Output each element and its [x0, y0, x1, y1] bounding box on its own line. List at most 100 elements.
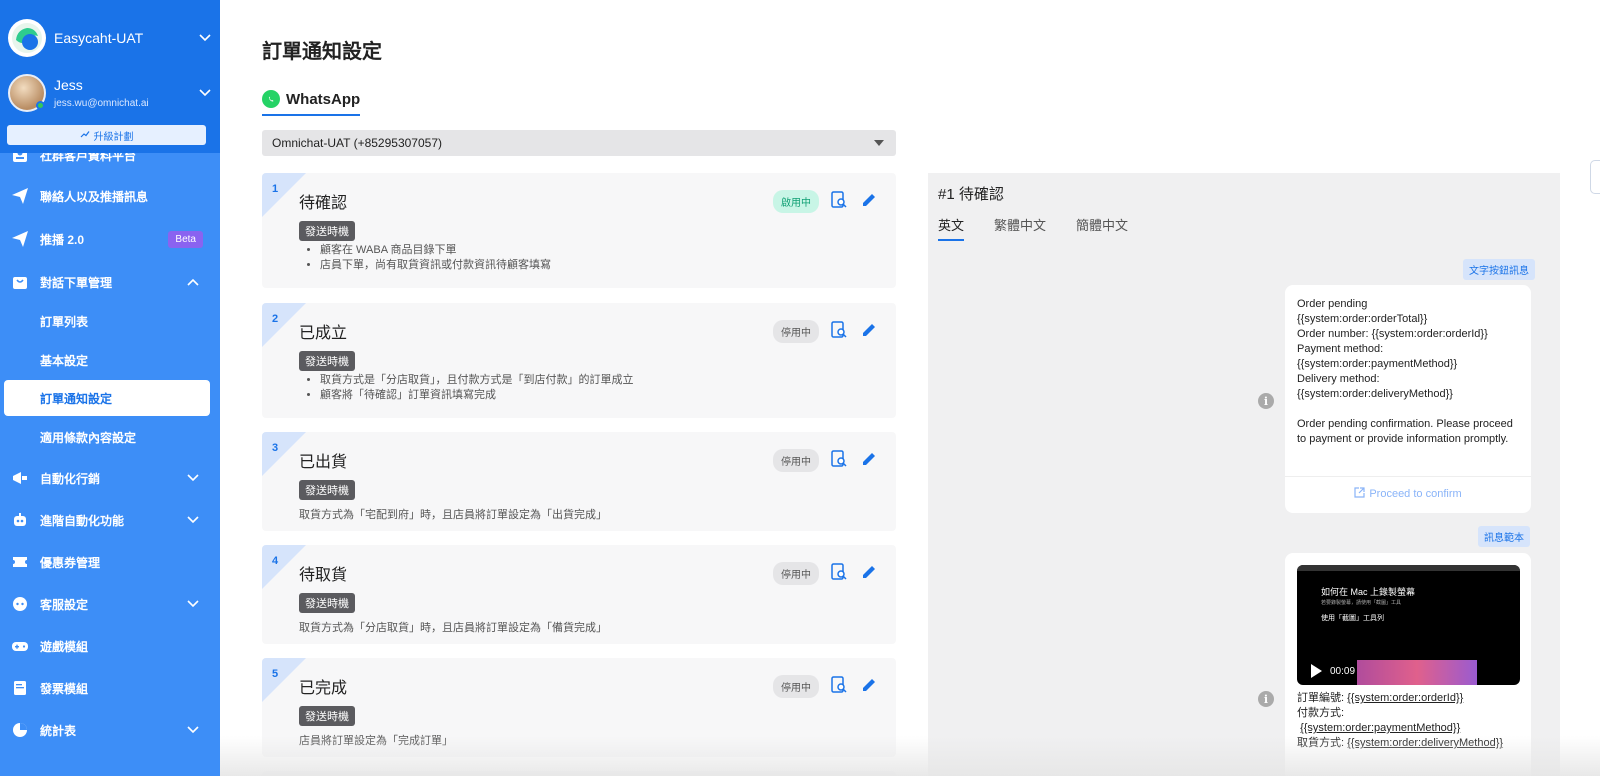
info-icon[interactable]: i	[1258, 393, 1274, 409]
edit-icon[interactable]	[858, 319, 880, 341]
tab-traditional-chinese[interactable]: 繁體中文	[994, 215, 1046, 241]
sidebar-subitem-terms[interactable]: 適用條款內容設定	[0, 419, 220, 455]
status-badge: 停用中	[773, 320, 819, 343]
video-player[interactable]: 如何在 Mac 上錄製螢幕 若要錄製螢幕，請使用「截圖」工具 使用「截圖」工具列…	[1297, 565, 1520, 685]
gamepad-icon	[10, 636, 30, 656]
workspace-switcher[interactable]: Easycaht-UAT	[8, 18, 212, 58]
variable: {{system:order:orderId}}	[1347, 692, 1464, 704]
sidebar-item-customer-service[interactable]: 客服設定	[0, 586, 220, 622]
preview-icon[interactable]	[828, 189, 850, 211]
variable: {{system:order:paymentMethod}}	[1300, 722, 1461, 734]
sidebar-item-label: 統計表	[40, 723, 77, 738]
play-icon[interactable]	[1311, 664, 1322, 678]
edit-icon[interactable]	[858, 189, 880, 211]
video-time: 00:09	[1330, 665, 1356, 677]
proceed-to-confirm-button[interactable]: Proceed to confirm	[1285, 487, 1531, 501]
video-subtitle: 若要錄製螢幕，請使用「截圖」工具	[1321, 600, 1402, 606]
sidebar-subitem-order-list[interactable]: 訂單列表	[0, 303, 220, 339]
info-icon[interactable]: i	[1258, 691, 1274, 707]
trigger-list: 取貨方式是「分店取貨」，且付款方式是「到店付款」的訂單成立 顧客將「待確認」訂單…	[320, 373, 634, 403]
edit-icon[interactable]	[858, 674, 880, 696]
trigger-item: 取貨方式是「分店取貨」，且付款方式是「到店付款」的訂單成立	[320, 373, 634, 388]
sidebar-item-invoice[interactable]: 發票模組	[0, 670, 220, 706]
pie-chart-icon	[10, 720, 30, 740]
sidebar-item-order-management[interactable]: 對話下單管理	[0, 264, 220, 300]
chevron-down-icon	[186, 597, 200, 611]
user-email: jess.wu@omnichat.ai	[54, 98, 149, 109]
message-line: 訂單編號: {{system:order:orderId}}	[1297, 691, 1525, 706]
sidebar-item-games[interactable]: 遊戲模組	[0, 628, 220, 664]
card-number: 4	[272, 555, 279, 567]
sidebar-item-label: 發票模組	[40, 681, 89, 696]
trigger-item: 顧客將「待確認」訂單資訊填寫完成	[320, 388, 634, 403]
main-content: 訂單通知設定 WhatsApp Omnichat-UAT (+852953070…	[220, 0, 1600, 776]
card-number: 2	[272, 313, 279, 325]
sidebar-subitem-label: 訂單列表	[40, 314, 89, 329]
status-badge: 停用中	[773, 449, 819, 472]
account-select[interactable]: Omnichat-UAT (+85295307057)	[262, 130, 896, 156]
send-icon	[10, 229, 30, 249]
sidebar-item-advanced-automation[interactable]: 進階自動化功能	[0, 502, 220, 538]
sidebar-item-broadcast[interactable]: 推播 2.0 Beta	[0, 221, 220, 257]
headset-icon	[10, 594, 30, 614]
tab-whatsapp[interactable]: WhatsApp	[262, 90, 361, 116]
message-line: {{system:order:paymentMethod}}	[1297, 358, 1458, 370]
card-title: 已出貨	[299, 454, 348, 471]
sidebar-item-label: 進階自動化功能	[40, 513, 125, 528]
sidebar-subitem-basic-settings[interactable]: 基本設定	[0, 342, 220, 378]
sidebar-item-coupons[interactable]: 優惠券管理	[0, 544, 220, 580]
message-text: 訂單編號: {{system:order:orderId}} 付款方式: {{s…	[1297, 691, 1525, 751]
side-panel-handle[interactable]	[1590, 160, 1600, 194]
message-type-badge: 文字按鈕訊息	[1463, 259, 1535, 280]
card-title: 待取貨	[299, 567, 348, 584]
notification-card: 3 已出貨 發送時機 取貨方式為「宅配到府」時，且店員將訂單設定為「出貨完成」 …	[262, 432, 896, 531]
sidebar-item-label: 推播 2.0	[40, 232, 85, 247]
user-info: Jess jess.wu@omnichat.ai	[54, 77, 198, 109]
sidebar-item-label: 自動化行銷	[40, 471, 101, 486]
status-badge: 停用中	[773, 562, 819, 585]
chevron-down-icon	[186, 723, 200, 737]
upgrade-plan-button[interactable]: 升級計劃	[7, 125, 206, 145]
user-menu[interactable]: Jess jess.wu@omnichat.ai	[8, 72, 212, 114]
preview-icon[interactable]	[828, 674, 850, 696]
megaphone-icon	[10, 468, 30, 488]
trigger-description: 店員將訂單設定為「完成訂單」	[299, 735, 453, 747]
card-number: 1	[272, 183, 279, 195]
edit-icon[interactable]	[858, 448, 880, 470]
sidebar-item-contacts[interactable]: 聯絡人以及推播訊息	[0, 178, 220, 214]
sidebar-item-automation-marketing[interactable]: 自動化行銷	[0, 460, 220, 496]
notification-card: 2 已成立 發送時機 取貨方式是「分店取貨」，且付款方式是「到店付款」的訂單成立…	[262, 303, 896, 418]
message-line: {{system:order:deliveryMethod}}	[1297, 388, 1453, 400]
trigger-description: 取貨方式為「宅配到府」時，且店員將訂單設定為「出貨完成」	[299, 509, 607, 521]
sidebar: 社群客戶資料平台 聯絡人以及推播訊息 推播 2.0 Beta 對話下單管理 訂單…	[0, 0, 220, 776]
chevron-up-icon	[186, 275, 200, 289]
message-line: Order pending confirmation. Please proce…	[1297, 418, 1513, 445]
video-menubar	[1297, 565, 1520, 571]
online-status-dot	[36, 101, 45, 110]
notification-card: 5 已完成 發送時機 店員將訂單設定為「完成訂單」 停用中	[262, 658, 896, 757]
sidebar-item-statistics[interactable]: 統計表	[0, 712, 220, 748]
card-title: 已完成	[299, 680, 348, 697]
preview-icon[interactable]	[828, 319, 850, 341]
sidebar-header: Easycaht-UAT Jess jess.wu@omnichat.ai 升級…	[0, 0, 220, 153]
message-line: Payment method:	[1297, 343, 1384, 355]
preview-icon[interactable]	[828, 561, 850, 583]
tab-english[interactable]: 英文	[938, 215, 965, 241]
button-label: Proceed to confirm	[1369, 488, 1462, 500]
message-bubble: Order pending {{system:order:orderTotal}…	[1285, 285, 1531, 513]
sidebar-subitem-order-notification[interactable]: 訂單通知設定	[4, 380, 210, 416]
send-icon	[10, 186, 30, 206]
send-timing-tag: 發送時機	[299, 480, 355, 500]
chevron-down-icon	[186, 513, 200, 527]
sidebar-subitem-label: 基本設定	[40, 353, 89, 368]
message-line: Order number: {{system:order:orderId}}	[1297, 328, 1488, 340]
preview-title: #1 待確認	[938, 186, 1004, 203]
edit-icon[interactable]	[858, 561, 880, 583]
external-link-icon	[1354, 487, 1365, 501]
tab-simplified-chinese[interactable]: 簡體中文	[1076, 215, 1128, 241]
preview-icon[interactable]	[828, 448, 850, 470]
sidebar-subitem-label: 適用條款內容設定	[40, 430, 137, 445]
message-line: Order pending	[1297, 298, 1368, 310]
field-label: 訂單編號:	[1297, 692, 1345, 704]
